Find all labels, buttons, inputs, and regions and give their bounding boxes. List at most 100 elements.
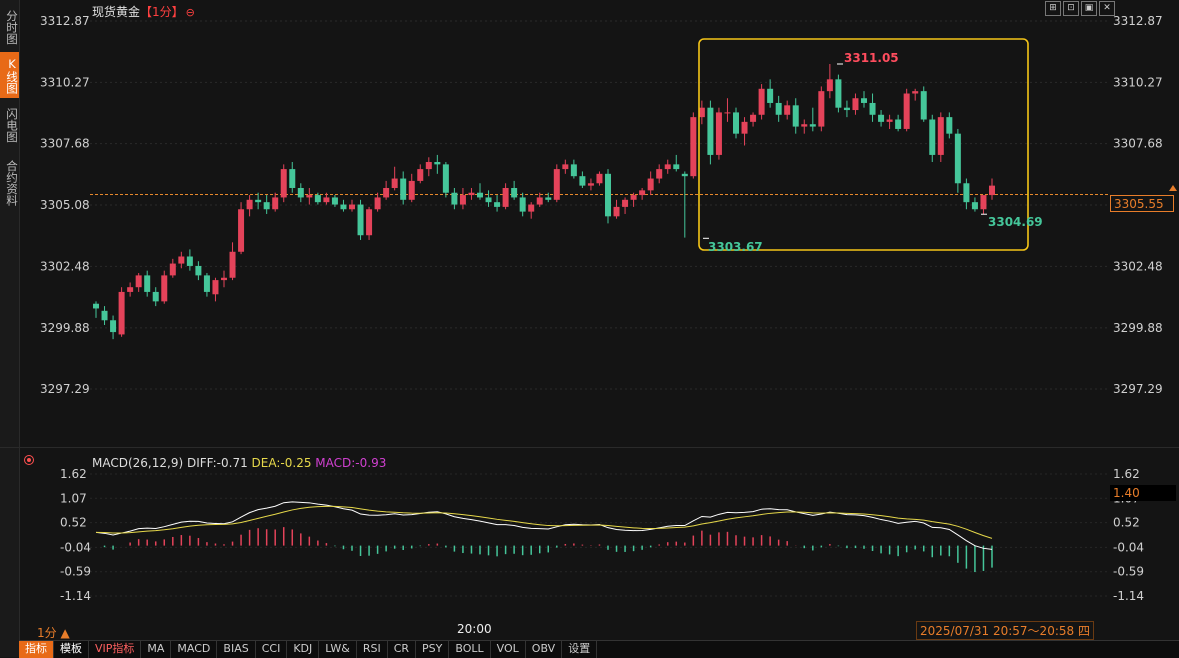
- candle-body: [596, 173, 603, 184]
- candle-body: [562, 164, 569, 170]
- candle-body: [323, 197, 330, 203]
- candle-body: [459, 195, 466, 205]
- candle-body: [374, 197, 381, 210]
- macd-label-right: 0.52: [1113, 516, 1140, 530]
- macd-label-right: -1.14: [1113, 589, 1144, 603]
- tab-bias[interactable]: BIAS: [217, 641, 256, 658]
- candle-body: [758, 88, 765, 115]
- candle-body: [733, 112, 739, 134]
- candle-body: [605, 173, 611, 217]
- candle-body: [715, 112, 722, 155]
- tab-obv[interactable]: OBV: [526, 641, 563, 658]
- price-grid: [90, 20, 1108, 390]
- candle-body: [186, 256, 193, 266]
- candle-body: [920, 91, 927, 120]
- candle-body: [878, 114, 885, 122]
- candle-body: [203, 275, 210, 292]
- candle-body: [477, 192, 483, 198]
- candle-body: [425, 162, 432, 170]
- macd-label-left: 0.52: [60, 516, 87, 530]
- macd-cursor-value: 1.40: [1110, 485, 1176, 501]
- candle-body: [707, 107, 714, 155]
- tab-vol[interactable]: VOL: [491, 641, 526, 658]
- macd-settings-icon[interactable]: [24, 455, 34, 465]
- macd-value: MACD:-0.93: [315, 456, 387, 470]
- candle-body: [161, 275, 168, 302]
- candle-body: [690, 117, 697, 177]
- tab-settings[interactable]: 设置: [562, 641, 598, 658]
- candle-body: [664, 164, 671, 170]
- candles: [93, 63, 995, 340]
- macd-grid: [90, 473, 1108, 597]
- candle-body: [971, 202, 978, 210]
- price-label-right: 3297.29: [1113, 382, 1163, 396]
- tab-cci[interactable]: CCI: [256, 641, 288, 658]
- tab-kdj[interactable]: KDJ: [287, 641, 320, 658]
- candle-body: [570, 164, 577, 177]
- candle-body: [792, 105, 799, 127]
- kline-chart[interactable]: 3312.87 3312.87 3310.27 3310.27 3307.68 3307.…: [0, 0, 1179, 657]
- tab-psy[interactable]: PSY: [416, 641, 450, 658]
- candle-body: [221, 277, 227, 281]
- candle-body: [135, 275, 142, 288]
- price-marker-icon: [1169, 185, 1177, 191]
- macd-diff: DIFF:-0.71: [186, 456, 248, 470]
- candle-body: [400, 178, 407, 200]
- tab-boll[interactable]: BOLL: [449, 641, 491, 658]
- candle-body: [801, 124, 808, 127]
- tab-rsi[interactable]: RSI: [357, 641, 388, 658]
- candle-body: [656, 169, 663, 179]
- candle-body: [255, 199, 262, 203]
- price-label-left: 3302.48: [40, 259, 90, 273]
- candle-body: [357, 204, 364, 236]
- candle-body: [639, 190, 646, 196]
- candle-body: [954, 133, 961, 184]
- candle-body: [630, 195, 637, 200]
- macd-label-left: 1.62: [60, 467, 87, 481]
- tab-vip[interactable]: VIP指标: [89, 641, 142, 658]
- candle-body: [238, 209, 245, 252]
- candle-body: [306, 195, 313, 198]
- candle-body: [340, 204, 347, 210]
- candle-body: [314, 195, 321, 203]
- candle-body: [349, 204, 355, 210]
- macd-label-left: -1.14: [60, 589, 91, 603]
- tab-ma[interactable]: MA: [141, 641, 172, 658]
- tab-lw[interactable]: LW&: [319, 641, 357, 658]
- candle-body: [408, 180, 415, 200]
- candle-body: [980, 195, 987, 210]
- candle-body: [468, 192, 475, 196]
- candle-body: [246, 199, 253, 210]
- candle-body: [673, 164, 680, 170]
- high-annotation: 3311.05: [844, 51, 899, 65]
- period-switch[interactable]: 1分 ▲: [37, 624, 70, 641]
- candle-body: [272, 197, 279, 210]
- candle-body: [536, 197, 543, 205]
- candle-body: [178, 256, 185, 264]
- time-range: 2025/07/31 20:57～20:58 四: [916, 621, 1094, 640]
- indicator-tabbar: 指标 模板 VIP指标 MA MACD BIAS CCI KDJ LW& RSI…: [19, 640, 1179, 658]
- candle-body: [451, 192, 458, 205]
- candle-body: [912, 91, 919, 94]
- tab-cr[interactable]: CR: [388, 641, 417, 658]
- candle-body: [93, 303, 99, 309]
- highlight-box: [698, 38, 1029, 251]
- candle-body: [434, 162, 441, 165]
- candle-body: [886, 119, 893, 122]
- candle-body: [442, 164, 449, 193]
- candle-body: [587, 183, 594, 186]
- candle-body: [937, 117, 944, 155]
- price-label-left: 3299.88: [40, 321, 90, 335]
- candle-body: [869, 102, 876, 115]
- candle-body: [622, 199, 629, 207]
- candle-body: [775, 102, 782, 115]
- macd-label-right: -0.04: [1113, 540, 1144, 554]
- tab-macd[interactable]: MACD: [171, 641, 218, 658]
- tab-template[interactable]: 模板: [54, 641, 89, 658]
- price-label-left: 3310.27: [40, 75, 90, 89]
- current-price-tag: 3305.55: [1110, 195, 1174, 212]
- price-label-right: 3310.27: [1113, 75, 1163, 89]
- candle-body: [169, 263, 176, 276]
- tab-indicator[interactable]: 指标: [19, 641, 54, 658]
- candle-body: [784, 105, 791, 115]
